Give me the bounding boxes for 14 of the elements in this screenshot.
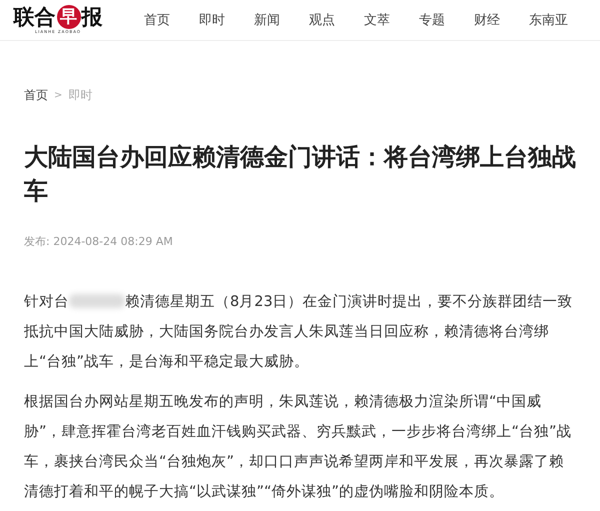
breadcrumb-separator: > <box>54 90 62 101</box>
nav-link[interactable]: 财经 <box>474 11 529 29</box>
publish-date: 发布: 2024-08-24 08:29 AM <box>24 234 174 249</box>
nav-link[interactable]: 即时 <box>199 11 254 29</box>
nav-link[interactable]: 专题 <box>419 11 474 29</box>
nav-link[interactable]: 东南亚 <box>529 11 584 29</box>
nav-link[interactable]: 新闻 <box>254 11 309 29</box>
nav-link[interactable]: 首页 <box>144 11 199 29</box>
nav-link[interactable]: 文萃 <box>364 11 419 29</box>
nav-link[interactable]: 观点 <box>309 11 364 29</box>
article-paragraph: 根据国台办网站星期五晚发布的声明，朱凤莲说，赖清德极力渲染所谓“中国威胁”，肆意挥霍台湾老百姓血汗钱购买武器、穷兵黩武，一步步将台湾绑上“台独”战车，裹挟台湾民众当“台独炮灰”，却口口声声说希望两岸和平发展，再次暴露了赖清德打着和平的幌子大搞“以武谋独”“倚外谋独”的虚伪嘴脸和阴险本质。 <box>24 392 573 502</box>
article-title: 大陆国台办回应赖清德金门讲话：将台湾绑上台独战车 <box>24 142 576 207</box>
article-paragraph: 针对台 赖清德星期五（8月23日）在金门演讲时提出，要不分族群团结一致抵抗中国大陆威胁，大陆国务院台办发言人朱凤莲当日回应称，赖清德将台湾绑上“台独”战车，是台海和平稳定最大威胁。 <box>24 292 574 372</box>
breadcrumb-link[interactable]: 首页 <box>24 87 48 104</box>
